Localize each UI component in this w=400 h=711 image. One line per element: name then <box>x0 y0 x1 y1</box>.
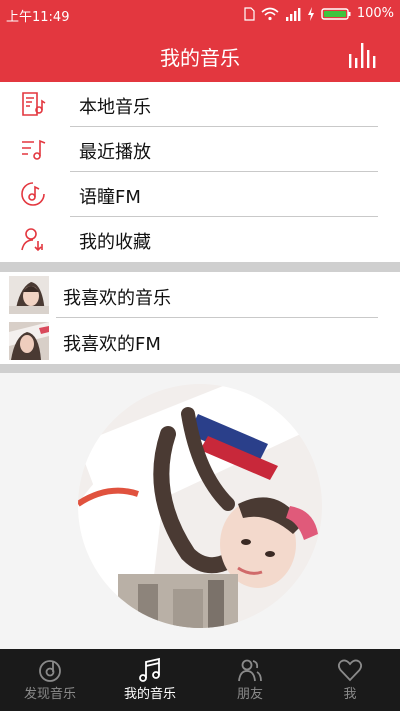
recent-play-icon <box>22 139 46 160</box>
signal-icon <box>285 7 301 21</box>
cover-thumbnail <box>9 276 49 314</box>
main-content-area <box>0 373 400 649</box>
tab-discover-music[interactable]: 发现音乐 <box>0 649 100 711</box>
menu-item-label: 我的收藏 <box>79 232 151 253</box>
menu-item-fm[interactable]: 语瞳FM <box>0 172 400 217</box>
title-bar: 我的音乐 <box>0 28 400 82</box>
section-separator <box>0 262 400 272</box>
menu-item-favorites[interactable]: 我的收藏 <box>0 217 400 262</box>
playlist-label: 我喜欢的FM <box>63 334 161 355</box>
tab-label: 我的音乐 <box>123 687 176 702</box>
battery-icon <box>321 7 351 20</box>
cover-thumbnail <box>9 322 49 360</box>
music-note-icon <box>139 657 160 682</box>
status-icons: 100% <box>243 6 394 21</box>
battery-percent: 100% <box>356 6 394 21</box>
bottom-tab-bar: 发现音乐 我的音乐 朋友 我 <box>0 649 400 711</box>
playlist-label: 我喜欢的音乐 <box>63 288 171 309</box>
menu-item-label: 语瞳FM <box>79 187 141 208</box>
playlist-item-liked-fm[interactable]: 我喜欢的FM <box>0 318 400 364</box>
tab-label: 发现音乐 <box>23 687 76 702</box>
my-music-menu: 本地音乐 最近播放 语瞳FM 我的收藏 <box>0 82 400 262</box>
section-separator <box>0 364 400 373</box>
tab-me[interactable]: 我 <box>300 649 400 711</box>
favorite-playlists: 我喜欢的音乐 我喜欢的FM <box>0 272 400 364</box>
tab-my-music[interactable]: 我的音乐 <box>100 649 200 711</box>
charging-icon <box>307 6 314 21</box>
friends-icon <box>238 659 262 682</box>
wifi-icon <box>261 7 279 20</box>
discover-music-icon <box>39 660 61 682</box>
fm-disc-icon <box>21 182 45 206</box>
menu-item-local-music[interactable]: 本地音乐 <box>0 82 400 127</box>
sim-icon <box>244 6 255 21</box>
tab-friends[interactable]: 朋友 <box>200 649 300 711</box>
menu-item-label: 最近播放 <box>79 142 151 163</box>
bar-chart-icon[interactable] <box>348 42 376 68</box>
page-title: 我的音乐 <box>160 46 240 70</box>
local-music-icon <box>22 92 46 116</box>
heart-icon <box>337 659 363 682</box>
status-time: 上午11:49 <box>6 10 70 25</box>
tab-label: 朋友 <box>236 687 263 702</box>
favorites-user-icon <box>21 228 43 252</box>
menu-item-recent-play[interactable]: 最近播放 <box>0 127 400 172</box>
status-bar: 上午11:49 100% <box>0 0 400 28</box>
playlist-item-liked-music[interactable]: 我喜欢的音乐 <box>0 272 400 318</box>
menu-item-label: 本地音乐 <box>79 97 151 118</box>
tab-label: 我 <box>343 687 357 702</box>
album-cover-disc[interactable] <box>78 384 322 628</box>
